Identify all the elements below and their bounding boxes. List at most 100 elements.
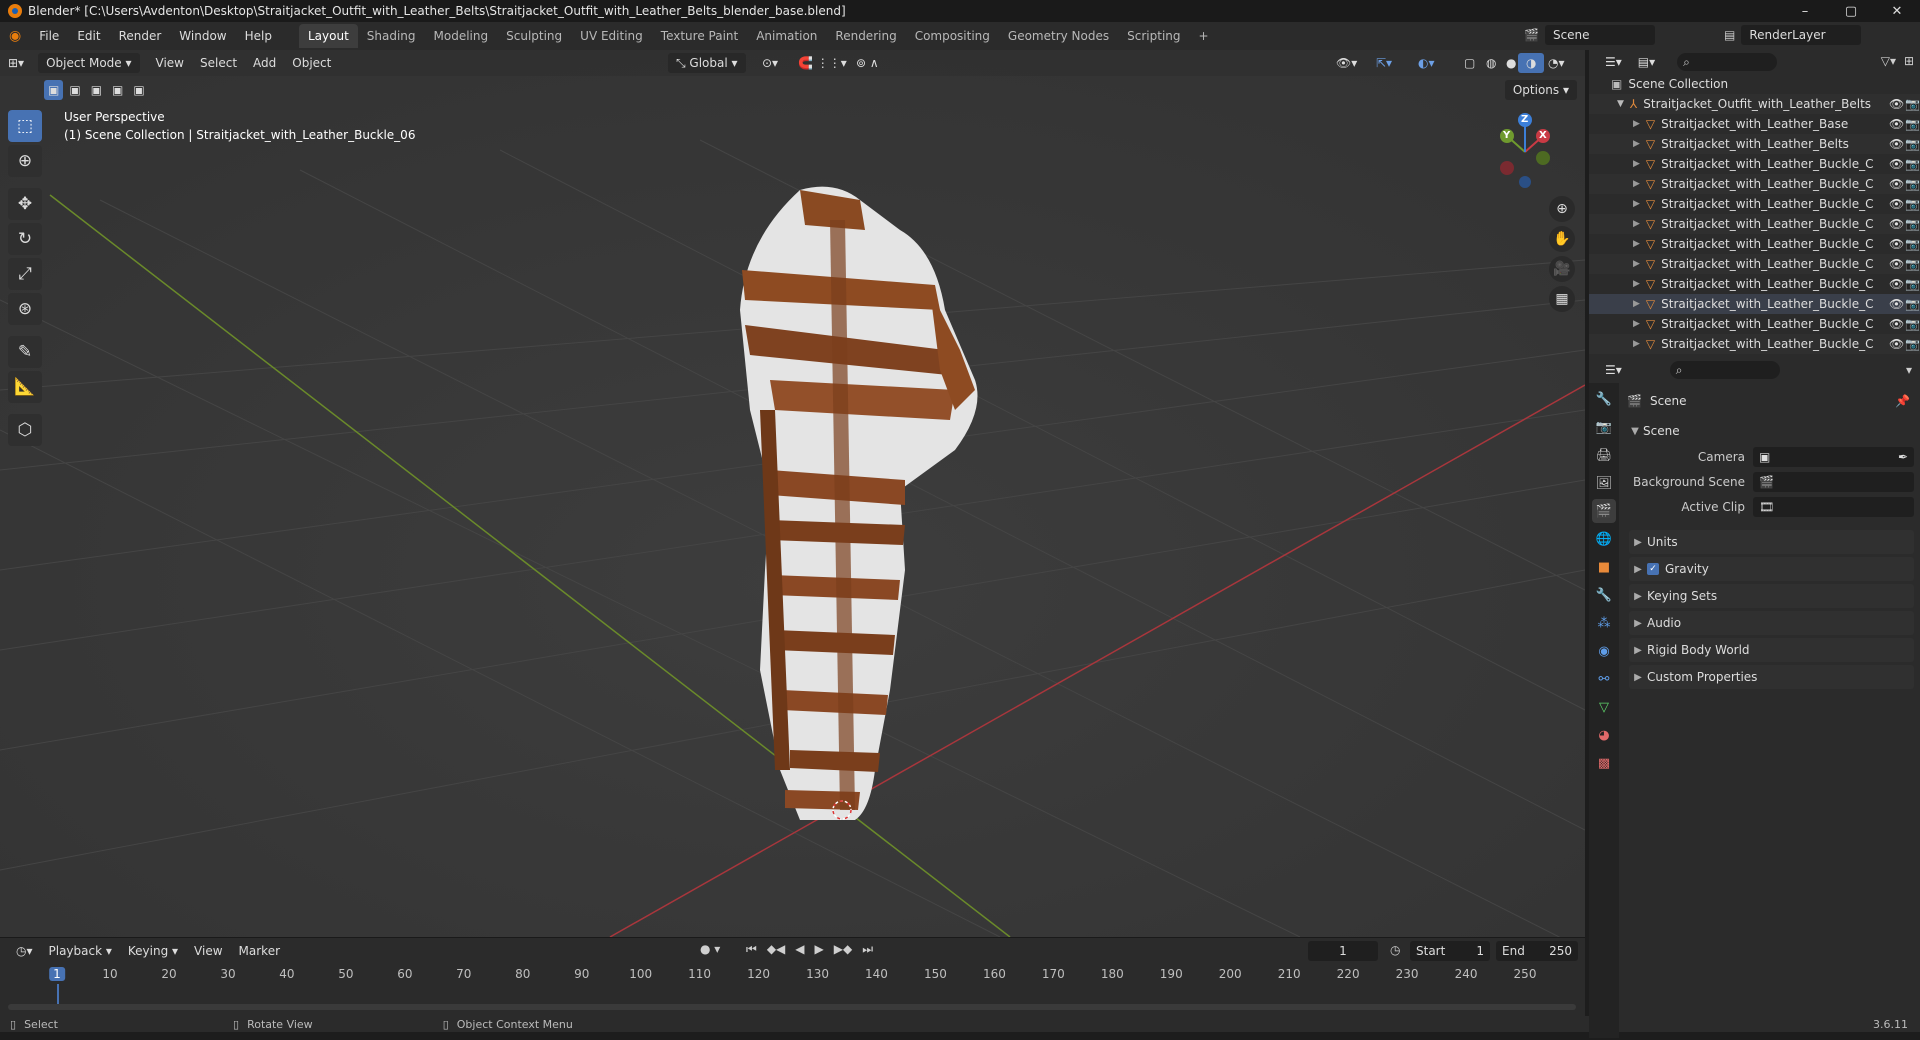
- scene-panel-header[interactable]: ▼ Scene: [1627, 419, 1914, 443]
- proportional-edit-icon[interactable]: ⊚ ∧: [848, 53, 887, 73]
- timeline-view-menu[interactable]: View: [186, 941, 230, 961]
- tab-scripting[interactable]: Scripting: [1118, 24, 1189, 48]
- pivot-icon[interactable]: ⊙▾: [754, 53, 786, 73]
- options-dropdown[interactable]: Options ▾: [1504, 80, 1577, 100]
- select-box-tool-icon[interactable]: ⬚: [8, 110, 42, 142]
- visibility-eye-icon[interactable]: 👁: [1889, 177, 1904, 191]
- expand-arrow-icon[interactable]: ▼: [1617, 99, 1624, 109]
- tab-shading[interactable]: Shading: [358, 24, 425, 48]
- render-camera-icon[interactable]: 📷: [1905, 117, 1920, 131]
- output-tab-icon[interactable]: 🖨: [1592, 443, 1616, 467]
- display-mode-icon[interactable]: ▤▾: [1630, 52, 1663, 72]
- visibility-eye-icon[interactable]: 👁: [1889, 337, 1904, 351]
- gravity-panel[interactable]: ▶ ✓ Gravity: [1629, 557, 1914, 581]
- record-icon[interactable]: ● ▾: [700, 942, 720, 956]
- properties-editor-type-icon[interactable]: ☰▾: [1597, 360, 1630, 380]
- visibility-eye-icon[interactable]: 👁: [1889, 237, 1904, 251]
- scene-selector[interactable]: Scene: [1544, 25, 1655, 45]
- render-camera-icon[interactable]: 📷: [1905, 137, 1920, 151]
- visibility-eye-icon[interactable]: 👁: [1889, 317, 1904, 331]
- view-menu[interactable]: View: [148, 53, 192, 73]
- render-camera-icon[interactable]: 📷: [1905, 317, 1920, 331]
- prev-keyframe-icon[interactable]: ◆◀: [767, 942, 785, 957]
- pan-hand-icon[interactable]: ✋: [1549, 226, 1575, 252]
- material-tab-icon[interactable]: ◕: [1592, 723, 1616, 747]
- tab-texture-paint[interactable]: Texture Paint: [652, 24, 747, 48]
- outliner-scene-collection[interactable]: ▣ Scene Collection: [1589, 74, 1920, 94]
- expand-arrow-icon[interactable]: ▶: [1633, 339, 1640, 349]
- play-icon[interactable]: ▶: [815, 942, 824, 957]
- outliner-search-input[interactable]: ⌕: [1677, 53, 1778, 71]
- keying-sets-panel[interactable]: ▶ Keying Sets: [1629, 584, 1914, 608]
- outliner-object-row[interactable]: ▶ ▽ Straitjacket_with_Leather_Buckle_C 👁 📷: [1589, 174, 1920, 194]
- eyedropper-icon[interactable]: ✒: [1898, 450, 1908, 464]
- camera-field[interactable]: ▣ ✒: [1753, 447, 1914, 467]
- visibility-eye-icon[interactable]: 👁: [1889, 137, 1904, 151]
- pin-icon[interactable]: 📌: [1895, 394, 1910, 408]
- end-frame-field[interactable]: End 250: [1496, 941, 1578, 961]
- outliner-object-row[interactable]: ▶ ▽ Straitjacket_with_Leather_Buckle_C 👁 📷: [1589, 334, 1920, 354]
- expand-arrow-icon[interactable]: ▶: [1633, 159, 1640, 169]
- jump-end-icon[interactable]: ⏭: [862, 942, 873, 957]
- tab-animation[interactable]: Animation: [747, 24, 826, 48]
- view-layer-icon[interactable]: ▤: [1724, 28, 1735, 42]
- visibility-eye-icon[interactable]: 👁: [1889, 117, 1904, 131]
- outliner-object-row[interactable]: ▶ ▽ Straitjacket_with_Leather_Buckle_C 👁 📷: [1589, 274, 1920, 294]
- render-camera-icon[interactable]: 📷: [1905, 177, 1920, 191]
- expand-arrow-icon[interactable]: ▶: [1633, 119, 1640, 129]
- view-layer-selector[interactable]: RenderLayer: [1741, 25, 1862, 45]
- 3d-viewport[interactable]: ⊞▾ Object Mode ▾ View Select Add Object …: [0, 50, 1585, 937]
- select-extend-icon[interactable]: ▣: [65, 80, 84, 100]
- playhead[interactable]: [57, 984, 59, 1006]
- jump-start-icon[interactable]: ⏮: [746, 942, 757, 957]
- modifiers-tab-icon[interactable]: 🔧: [1592, 583, 1616, 607]
- zoom-icon[interactable]: ⊕: [1549, 196, 1575, 222]
- visibility-eye-icon[interactable]: 👁: [1889, 97, 1904, 111]
- render-camera-icon[interactable]: 📷: [1905, 237, 1920, 251]
- menu-render[interactable]: Render: [110, 25, 171, 47]
- physics-tab-icon[interactable]: ◉: [1592, 639, 1616, 663]
- play-reverse-icon[interactable]: ◀: [795, 942, 804, 957]
- select-invert-icon[interactable]: ▣: [108, 80, 127, 100]
- frame-ruler[interactable]: 1 10 20 30 40 50 60 70 80 90 100 110 120 130 140 150 160…: [0, 964, 1585, 1006]
- expand-arrow-icon[interactable]: ▶: [1633, 279, 1640, 289]
- visibility-eye-icon[interactable]: 👁: [1889, 197, 1904, 211]
- outliner-object-row[interactable]: ▶ ▽ Straitjacket_with_Leather_Buckle_C 👁 📷: [1589, 254, 1920, 274]
- select-menu[interactable]: Select: [192, 53, 245, 73]
- timeline-editor-type-icon[interactable]: ◷▾: [8, 941, 41, 961]
- particles-tab-icon[interactable]: ⁂: [1592, 611, 1616, 635]
- overlay-toggle-icon[interactable]: ◐▾: [1410, 53, 1443, 73]
- move-tool-icon[interactable]: ✥: [8, 188, 42, 220]
- audio-panel[interactable]: ▶ Audio: [1629, 611, 1914, 635]
- annotate-tool-icon[interactable]: ✎: [8, 336, 42, 368]
- properties-options-icon[interactable]: ▾: [1906, 363, 1912, 377]
- marker-menu[interactable]: Marker: [231, 941, 288, 961]
- active-clip-field[interactable]: 🎞: [1753, 497, 1914, 517]
- snap-icon[interactable]: 🧲 ⋮⋮▾: [790, 53, 855, 73]
- navigation-gizmo[interactable]: X Y Z: [1485, 108, 1565, 188]
- mode-selector[interactable]: Object Mode ▾: [38, 53, 140, 73]
- keying-menu[interactable]: Keying ▾: [120, 941, 186, 961]
- rigid-body-world-panel[interactable]: ▶ Rigid Body World: [1629, 638, 1914, 662]
- constraints-tab-icon[interactable]: ⚯: [1592, 667, 1616, 691]
- scene-icon[interactable]: 🎬: [1524, 28, 1539, 42]
- tool-tab-icon[interactable]: 🔧: [1592, 387, 1616, 411]
- render-camera-icon[interactable]: 📷: [1905, 217, 1920, 231]
- outliner-object-row[interactable]: ▶ ▽ Straitjacket_with_Leather_Buckle_C 👁 📷: [1589, 314, 1920, 334]
- outliner-object-row[interactable]: ▶ ▽ Straitjacket_with_Leather_Buckle_C 👁 📷: [1589, 234, 1920, 254]
- outliner-object-row[interactable]: ▶ ▽ Straitjacket_with_Leather_Buckle_C 👁 📷: [1589, 214, 1920, 234]
- start-frame-field[interactable]: Start 1: [1410, 941, 1490, 961]
- tab-compositing[interactable]: Compositing: [906, 24, 999, 48]
- timeline-scrollbar[interactable]: [8, 1004, 1576, 1010]
- custom-properties-panel[interactable]: ▶ Custom Properties: [1629, 665, 1914, 689]
- tab-layout[interactable]: Layout: [298, 24, 358, 48]
- render-tab-icon[interactable]: 📷: [1592, 415, 1616, 439]
- transform-orientation-dropdown[interactable]: ⤡ Global ▾: [668, 53, 746, 73]
- menu-window[interactable]: Window: [170, 25, 235, 47]
- next-keyframe-icon[interactable]: ▶◆: [834, 942, 852, 957]
- properties-search-input[interactable]: ⌕: [1669, 361, 1780, 379]
- close-button[interactable]: ✕: [1874, 0, 1920, 22]
- visibility-eye-icon[interactable]: 👁: [1889, 217, 1904, 231]
- outliner-object-row[interactable]: ▶ ▽ Straitjacket_with_Leather_Buckle_C 👁 📷: [1589, 154, 1920, 174]
- expand-arrow-icon[interactable]: ▶: [1633, 199, 1640, 209]
